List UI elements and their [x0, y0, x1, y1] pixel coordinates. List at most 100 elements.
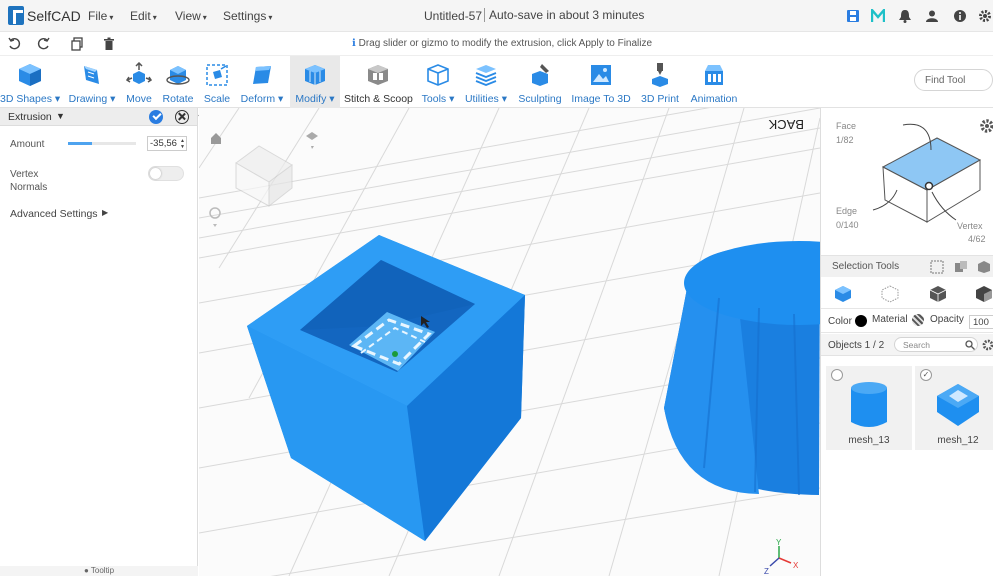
- tool-drawing[interactable]: Drawing ▾: [64, 56, 120, 108]
- selfcad-logo-icon: [8, 6, 24, 25]
- object-name: mesh_12: [937, 435, 979, 446]
- select-cube-icon[interactable]: [977, 260, 991, 274]
- stitch-scoop-icon: [368, 65, 388, 85]
- search-icon[interactable]: [965, 340, 975, 350]
- tool-stitch-scoop[interactable]: Stitch & Scoop: [344, 56, 413, 108]
- caret-right-icon[interactable]: ▶: [102, 208, 108, 217]
- color-swatch[interactable]: [855, 315, 867, 327]
- object-card-mesh-12[interactable]: ✓ mesh_12: [915, 366, 993, 450]
- right-panel: Face 1/82 Edge 0/140 Vertex 4/62 Selecti…: [820, 108, 993, 576]
- scale-icon: [206, 64, 228, 86]
- hint-text: ℹ Drag slider or gizmo to modify the ext…: [352, 38, 653, 49]
- delete-icon[interactable]: [102, 37, 116, 51]
- scene-canvas[interactable]: BACK Y X Z: [199, 108, 820, 576]
- camera-icon[interactable]: [306, 132, 318, 149]
- tool-utilities[interactable]: Utilities ▾: [462, 56, 510, 108]
- object-select-radio[interactable]: ✓: [920, 369, 932, 381]
- document-title[interactable]: Untitled-57: [424, 9, 482, 23]
- tooltip-bar[interactable]: ● Tooltip: [0, 566, 198, 576]
- amount-input[interactable]: -35,56 ▲ ▼: [147, 136, 187, 151]
- gizmo-handle[interactable]: [392, 351, 398, 357]
- modify-icon: [305, 65, 325, 85]
- move-icon: [126, 62, 152, 84]
- apply-button[interactable]: [149, 110, 163, 124]
- vertex-mode-icon[interactable]: [881, 285, 899, 303]
- tool-3d-print[interactable]: 3D Print: [638, 56, 682, 108]
- vertex-normals-toggle[interactable]: [148, 166, 184, 181]
- material-label[interactable]: Material: [872, 314, 908, 325]
- tool-sculpting[interactable]: Sculpting: [515, 56, 565, 108]
- material-row: Color Material Opacity 100: [821, 309, 993, 333]
- 3d-viewport[interactable]: BACK Y X Z: [199, 108, 820, 576]
- cube-icon: [19, 64, 41, 86]
- select-multi-icon[interactable]: [954, 260, 968, 274]
- menu-view[interactable]: View ▾: [175, 9, 207, 23]
- mesh-12-thumbnail: [937, 384, 979, 426]
- m-icon[interactable]: [871, 9, 885, 23]
- tool-scale[interactable]: Scale: [200, 56, 234, 108]
- objects-settings-icon[interactable]: [982, 339, 993, 351]
- menu-settings[interactable]: Settings ▾: [223, 9, 272, 23]
- tool-deform[interactable]: Deform ▾: [238, 56, 286, 108]
- view-cube-back-label: BACK: [768, 117, 804, 132]
- tool-animation[interactable]: Animation: [688, 56, 740, 108]
- menu-file[interactable]: File ▾: [88, 9, 113, 23]
- selection-tools-bar: Selection Tools: [821, 255, 993, 277]
- edge-count: 0/140: [836, 220, 859, 230]
- caret-down-icon[interactable]: ▼: [56, 111, 65, 121]
- tool-move[interactable]: Move: [121, 56, 157, 108]
- axis-y-label: Y: [776, 538, 782, 547]
- tool-tools[interactable]: Tools ▾: [418, 56, 458, 108]
- 3d-print-icon: [652, 63, 668, 87]
- opacity-input[interactable]: 100: [969, 315, 993, 329]
- edge-mode-icon[interactable]: [929, 285, 947, 303]
- tool-rotate[interactable]: Rotate: [160, 56, 196, 108]
- tool-3d-shapes[interactable]: 3D Shapes ▾: [0, 56, 60, 108]
- axis-x-label: X: [793, 561, 799, 570]
- bell-icon[interactable]: [898, 9, 912, 23]
- edge-label: Edge: [836, 206, 858, 216]
- vertex-count: 4/62: [968, 234, 986, 244]
- orbit-icon[interactable]: [209, 207, 221, 227]
- main-toolbar: 3D Shapes ▾ Drawing ▾ Move Rotate Scale …: [0, 56, 993, 108]
- undo-icon[interactable]: [7, 37, 21, 51]
- stepper-icon[interactable]: ▲ ▼: [180, 138, 185, 150]
- action-bar: ℹ Drag slider or gizmo to modify the ext…: [0, 32, 993, 56]
- drawing-icon: [84, 66, 99, 84]
- menu-edit[interactable]: Edit ▾: [130, 9, 157, 23]
- redo-icon[interactable]: [37, 37, 51, 51]
- amount-slider-fill: [68, 142, 92, 145]
- info-icon: ●: [83, 566, 89, 575]
- app-logo[interactable]: SelfCAD: [8, 6, 81, 25]
- mesh-12-open-cube[interactable]: [247, 235, 525, 541]
- save-icon[interactable]: [846, 9, 860, 23]
- navigation-cube[interactable]: [235, 145, 293, 208]
- object-name: mesh_13: [848, 435, 890, 446]
- object-card-mesh-13[interactable]: mesh_13: [826, 366, 912, 450]
- autosave-status: Auto-save in about 3 minutes: [484, 8, 644, 22]
- objects-header: Objects 1 / 2 Search: [821, 334, 993, 356]
- advanced-settings-label[interactable]: Advanced Settings: [10, 208, 98, 220]
- panel-title: Extrusion: [8, 111, 52, 123]
- find-tool-input[interactable]: Find Tool: [914, 69, 993, 91]
- settings-icon[interactable]: [978, 9, 992, 23]
- tool-modify[interactable]: Modify ▾: [290, 56, 340, 108]
- info-hint-icon: ℹ: [352, 38, 356, 49]
- info-icon[interactable]: [953, 9, 967, 23]
- close-button[interactable]: [175, 110, 189, 124]
- opacity-icon: [912, 314, 924, 326]
- amount-slider[interactable]: [68, 142, 136, 145]
- object-select-radio[interactable]: [831, 369, 843, 381]
- copy-icon[interactable]: [70, 37, 84, 51]
- face-mode-icon[interactable]: [975, 285, 993, 303]
- object-mode-icon[interactable]: [834, 285, 852, 303]
- user-icon[interactable]: [925, 9, 939, 23]
- select-box-icon[interactable]: [930, 260, 944, 274]
- home-icon[interactable]: [211, 133, 221, 144]
- selection-mode-diagram: [872, 123, 982, 223]
- top-menu-bar: SelfCAD File ▾ Edit ▾ View ▾ Settings ▾ Unti…: [0, 0, 993, 32]
- sculpting-icon: [532, 64, 549, 86]
- tool-image-to-3d[interactable]: Image To 3D: [570, 56, 632, 108]
- mesh-13-cylinder[interactable]: [664, 241, 820, 496]
- face-label: Face: [836, 121, 857, 131]
